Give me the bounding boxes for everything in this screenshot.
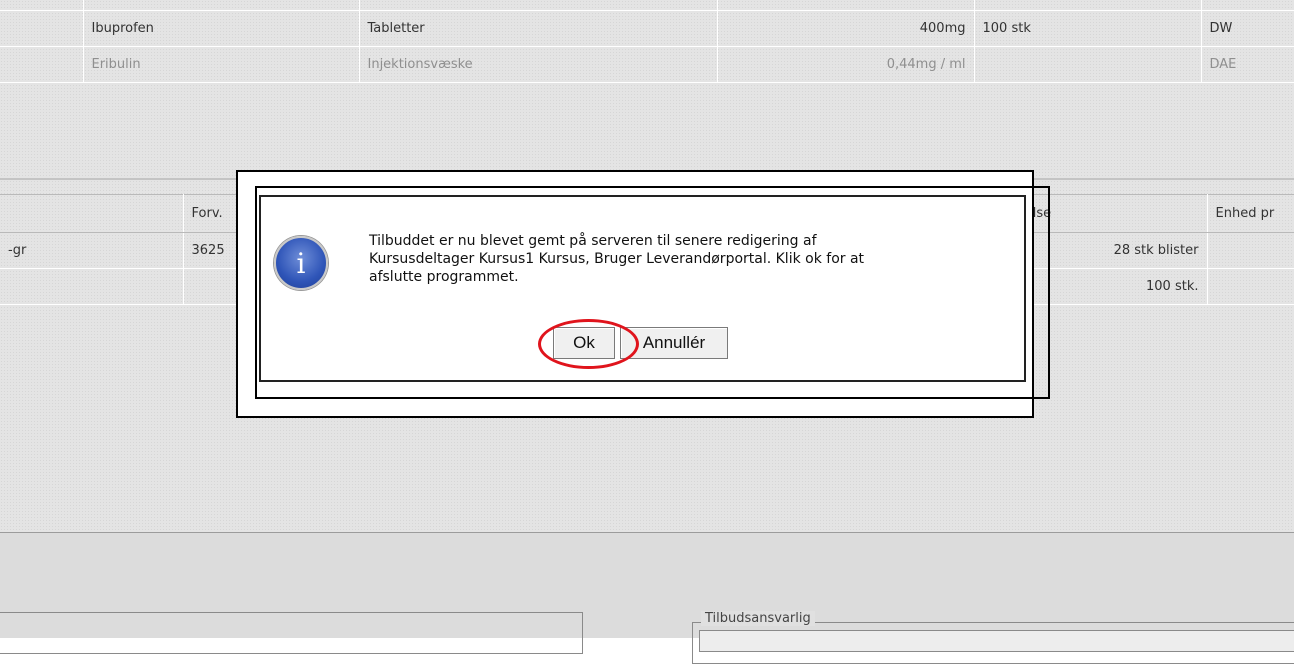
cancel-button[interactable]: Annullér (620, 327, 728, 359)
offer-cell (0, 268, 184, 305)
table-row[interactable]: Eribulin Injektionsvæske 0,44mg / ml DAE (0, 46, 1294, 83)
row-select-cell[interactable] (0, 46, 84, 83)
product-form: Tabletter (359, 10, 718, 47)
product-code: DAE (1201, 46, 1294, 83)
info-icon-glyph: i (296, 246, 306, 280)
ok-button[interactable]: Ok (553, 327, 615, 359)
responsible-field[interactable] (699, 630, 1294, 652)
product-name: Ibuprofen (83, 10, 360, 47)
product-pack (974, 46, 1202, 83)
table-row[interactable]: Ibuprofen Tabletter 400mg 100 stk DW (0, 10, 1294, 47)
product-code: DW (1201, 10, 1294, 47)
offer-cell: -gr (0, 232, 184, 269)
table-header-stub (0, 0, 1294, 11)
product-strength: 400mg (717, 10, 975, 47)
dialog-message-line: Tilbuddet er nu blevet gemt på serveren … (369, 233, 817, 249)
products-table: Ibuprofen Tabletter 400mg 100 stk DW Eri… (0, 0, 1294, 83)
dialog-message-line: afslutte programmet. (369, 269, 519, 285)
offer-unit (1207, 232, 1294, 269)
product-form: Injektionsvæske (359, 46, 718, 83)
column-header-unit[interactable]: Enhed pr (1207, 194, 1294, 233)
footer-fieldset-left (0, 612, 583, 654)
row-select-cell[interactable] (0, 10, 84, 47)
info-icon: i (274, 236, 328, 290)
product-pack: 100 stk (974, 10, 1202, 47)
product-name: Eribulin (83, 46, 360, 83)
dialog-message-line: Kursusdeltager Kursus1 Kursus, Bruger Le… (369, 251, 865, 267)
column-header[interactable] (0, 194, 184, 233)
dialog-message: Tilbuddet er nu blevet gemt på serveren … (369, 232, 969, 286)
offer-unit (1207, 268, 1294, 305)
product-strength: 0,44mg / ml (717, 46, 975, 83)
responsible-legend: Tilbudsansvarlig (701, 611, 815, 626)
